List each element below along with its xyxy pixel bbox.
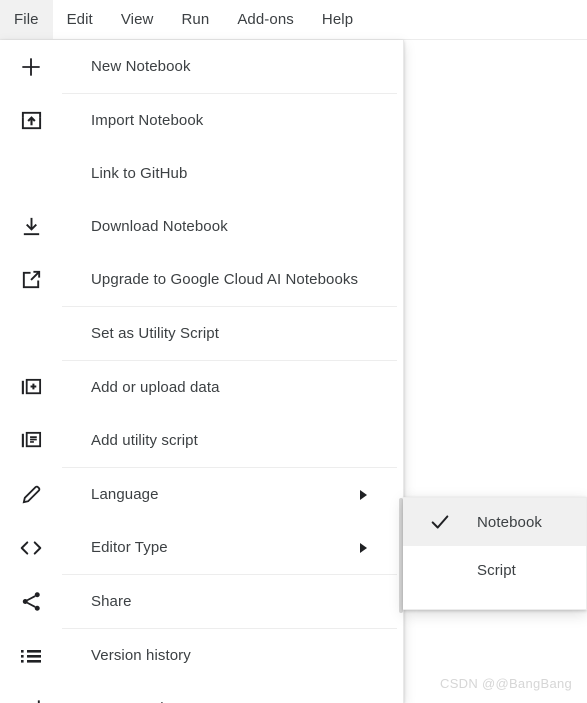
menu-item-set-as-utility-script-label: Set as Utility Script [91,325,219,342]
menu-item-upgrade-google-cloud[interactable]: Upgrade to Google Cloud AI Notebooks [0,253,403,306]
menu-item-share-label: Share [91,593,132,610]
check-icon [403,511,477,533]
editor-type-submenu: Notebook Script [403,497,587,610]
menu-item-add-utility-script-label: Add utility script [91,432,198,449]
menubar-item-run-label: Run [181,11,210,28]
file-menu-panel: New Notebook Import Notebook Link to Git… [0,40,404,703]
menubar-item-edit[interactable]: Edit [53,0,107,39]
menu-item-add-or-upload-data[interactable]: Add or upload data [0,361,403,414]
menu-item-version-history-label: Version history [91,647,191,664]
menubar-item-edit-label: Edit [66,11,93,28]
menu-item-set-as-utility-script[interactable]: Set as Utility Script [0,307,403,360]
menu-item-new-notebook-label: New Notebook [91,58,191,75]
history-clock-icon [0,682,62,703]
watermark-text: CSDN @@BangBang [440,676,573,691]
menu-item-add-or-upload-data-label: Add or upload data [91,379,220,396]
menu-item-language[interactable]: Language [0,468,403,521]
share-icon [0,575,62,628]
menu-item-save-version[interactable]: Save Version [0,682,403,703]
code-brackets-icon [0,521,62,574]
menu-item-add-utility-script[interactable]: Add utility script [0,414,403,467]
menu-item-language-label: Language [91,486,159,503]
menubar-item-addons-label: Add-ons [237,11,294,28]
chevron-right-icon [357,542,403,554]
menu-item-version-history[interactable]: Version history [0,629,403,682]
pencil-icon [0,468,62,521]
menu-item-link-to-github[interactable]: Link to GitHub [0,147,403,200]
no-icon-placeholder [0,307,62,360]
chevron-right-icon [357,489,403,501]
menu-item-link-to-github-label: Link to GitHub [91,165,188,182]
no-icon-placeholder [0,147,62,200]
submenu-item-notebook[interactable]: Notebook [403,498,586,546]
import-notebook-icon [0,94,62,147]
submenu-item-script[interactable]: Script [403,546,586,594]
menubar-item-run[interactable]: Run [167,0,223,39]
download-icon [0,200,62,253]
menu-item-import-notebook[interactable]: Import Notebook [0,94,403,147]
menubar-item-help-label: Help [321,11,354,28]
add-script-icon [0,414,62,467]
menu-item-download-notebook[interactable]: Download Notebook [0,200,403,253]
plus-icon [0,40,62,93]
menu-item-import-notebook-label: Import Notebook [91,112,204,129]
submenu-item-script-label: Script [477,561,516,579]
menubar-item-help[interactable]: Help [308,0,367,39]
menubar-item-view-label: View [120,11,154,28]
add-data-icon [0,361,62,414]
menu-item-download-notebook-label: Download Notebook [91,218,228,235]
menubar-item-addons[interactable]: Add-ons [223,0,308,39]
menu-item-upgrade-google-cloud-label: Upgrade to Google Cloud AI Notebooks [91,271,359,288]
menu-item-editor-type[interactable]: Editor Type [0,521,403,574]
menu-item-new-notebook[interactable]: New Notebook [0,40,403,93]
menu-item-share[interactable]: Share [0,575,403,628]
app-menubar: File Edit View Run Add-ons Help [0,0,587,40]
submenu-item-notebook-label: Notebook [477,513,543,531]
menubar-item-file[interactable]: File [0,0,53,39]
menu-item-editor-type-label: Editor Type [91,539,168,556]
menubar-item-file-label: File [14,11,39,28]
external-link-icon [0,253,62,306]
menubar-item-view[interactable]: View [107,0,168,39]
list-icon [0,629,62,682]
